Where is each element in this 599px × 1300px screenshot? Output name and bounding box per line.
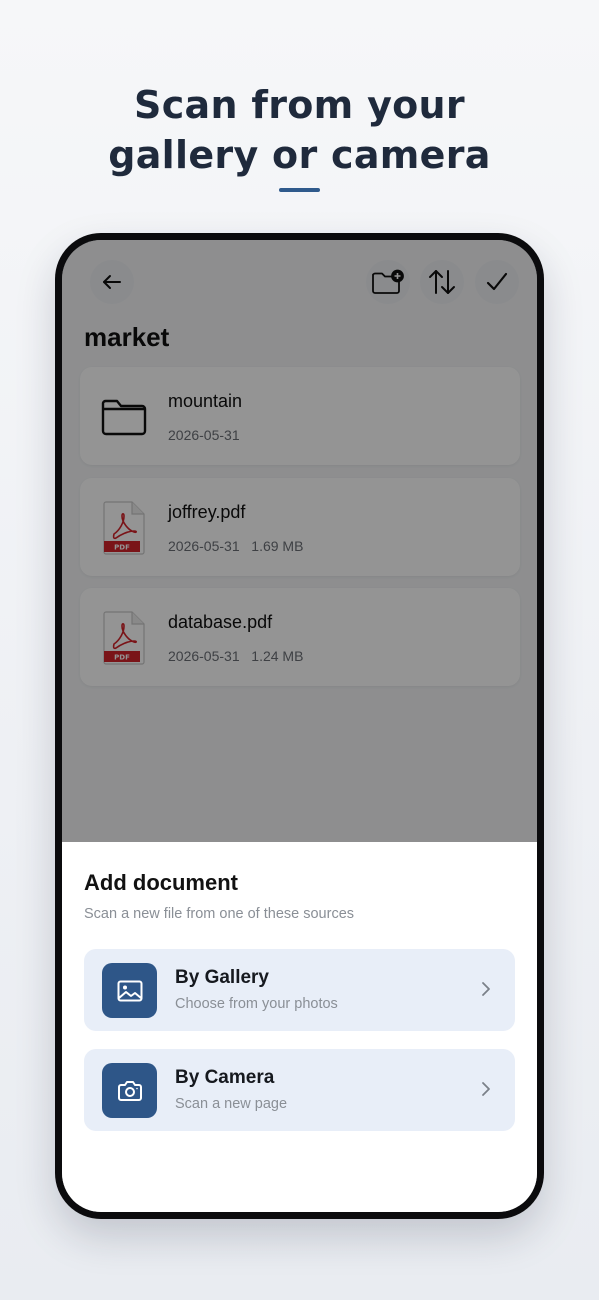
image-icon	[117, 980, 142, 1001]
option-subtitle: Scan a new page	[175, 1096, 288, 1112]
sheet-title: Add document	[84, 870, 238, 895]
option-title: By Camera	[175, 1067, 275, 1088]
page-headline: Scan from your gallery or camera	[0, 80, 599, 180]
gallery-icon-tile	[102, 963, 157, 1018]
option-title: By Gallery	[175, 967, 269, 988]
by-gallery-option[interactable]: By Gallery Choose from your photos	[84, 949, 515, 1031]
phone-screen: market mountain 2026-05-31 PDF joffrey.p…	[62, 240, 537, 1212]
phone-frame: market mountain 2026-05-31 PDF joffrey.p…	[55, 233, 544, 1219]
headline-line-1: Scan from your	[134, 83, 465, 127]
option-subtitle: Choose from your photos	[175, 996, 338, 1012]
camera-icon-tile	[102, 1063, 157, 1118]
chevron-right-icon	[482, 982, 490, 996]
headline-line-2: gallery or camera	[108, 133, 491, 177]
add-document-sheet: Add document Scan a new file from one of…	[62, 842, 537, 1212]
chevron-right-icon	[482, 1082, 490, 1096]
sheet-subtitle: Scan a new file from one of these source…	[84, 906, 355, 922]
headline-underline	[279, 188, 320, 192]
camera-icon	[117, 1080, 142, 1101]
by-camera-option[interactable]: By Camera Scan a new page	[84, 1049, 515, 1131]
